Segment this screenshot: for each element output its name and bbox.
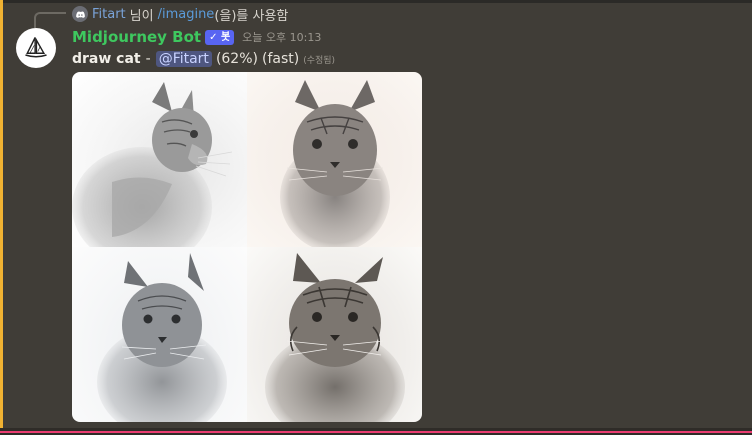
bot-badge: ✓ 봇	[205, 29, 235, 45]
mention-highlight-bar	[0, 0, 3, 430]
image-tile-4[interactable]	[247, 247, 422, 422]
window-top-edge	[0, 0, 752, 3]
reply-command[interactable]: /imagine	[158, 7, 215, 22]
user-mention[interactable]: @Fitart	[155, 51, 212, 67]
message-content: draw cat - @Fitart (62%) (fast) (수정됨)	[72, 49, 335, 69]
edited-label: (수정됨)	[303, 55, 336, 66]
image-tile-1[interactable]	[72, 72, 247, 247]
progress-percent: (62%)	[215, 51, 258, 67]
cat-front-sketch	[280, 80, 390, 247]
separator: -	[145, 51, 151, 67]
author-name[interactable]: Midjourney Bot	[72, 28, 201, 46]
message-timestamp[interactable]: 오늘 오후 10:13	[242, 29, 321, 45]
sailboat-icon	[25, 37, 47, 58]
bot-avatar[interactable]	[16, 28, 56, 68]
cat-tabby-sketch	[265, 253, 405, 422]
reply-suffix: (을)를 사용함	[214, 8, 289, 24]
message-header: Midjourney Bot ✓ 봇 오늘 오후 10:13	[72, 27, 321, 47]
reply-reference[interactable]: Fitart 님이 /imagine (을)를 사용함	[72, 4, 288, 24]
cat-profile-sketch	[72, 82, 233, 247]
image-tile-2[interactable]	[247, 72, 422, 247]
prompt-text: draw cat	[72, 51, 141, 67]
discord-avatar-icon[interactable]	[72, 6, 88, 22]
cat-turned-sketch	[97, 253, 227, 422]
generation-mode: (fast)	[261, 51, 300, 67]
bottom-accent-line	[0, 431, 752, 433]
image-tile-3[interactable]	[72, 247, 247, 422]
reply-username[interactable]: Fitart	[92, 7, 126, 22]
reply-text: 님이	[129, 8, 154, 24]
reply-connector	[34, 12, 66, 28]
generated-image-grid[interactable]	[72, 72, 422, 422]
